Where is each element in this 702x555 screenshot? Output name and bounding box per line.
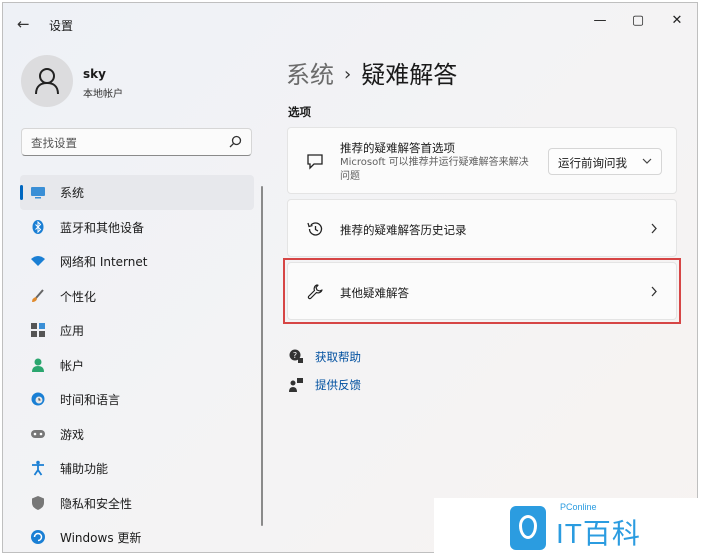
system-icon: [31, 187, 45, 199]
accessibility-icon: [32, 460, 44, 476]
sidebar-item-label: 个性化: [60, 289, 97, 304]
search-icon: [229, 135, 242, 148]
settings-window: ← 设置 — ▢ ✕ sky 本地帐户 查找设置 系统 蓝牙和其他设备 网络和 …: [2, 2, 698, 553]
svg-text:?: ?: [293, 351, 297, 360]
sidebar-scrollbar[interactable]: [261, 186, 263, 526]
sidebar-item-label: 游戏: [60, 427, 85, 442]
help-icon: ?: [289, 349, 303, 363]
gamepad-icon: [31, 429, 45, 438]
chat-bubble-icon: [307, 154, 323, 170]
sidebar-item-accessibility[interactable]: 辅助功能: [20, 451, 254, 486]
sidebar-item-network[interactable]: 网络和 Internet: [20, 244, 254, 279]
feedback-icon: [289, 378, 303, 392]
breadcrumb-parent[interactable]: 系统: [286, 61, 334, 89]
watermark-small-text: PConline: [560, 502, 597, 512]
wifi-icon: [31, 256, 45, 266]
pconline-logo-icon: [510, 506, 546, 550]
app-title: 设置: [49, 19, 74, 33]
sidebar-item-gaming[interactable]: 游戏: [20, 417, 254, 452]
sidebar-item-accounts[interactable]: 帐户: [20, 348, 254, 383]
chevron-right-icon: [651, 223, 657, 234]
search-placeholder: 查找设置: [31, 136, 77, 150]
close-button[interactable]: ✕: [662, 11, 692, 31]
account-icon: [32, 358, 44, 372]
shield-icon: [32, 495, 44, 510]
give-feedback-link[interactable]: 提供反馈: [315, 377, 361, 393]
sidebar-item-label: 辅助功能: [60, 462, 109, 476]
sidebar-item-label: 系统: [60, 186, 85, 200]
get-help-link[interactable]: 获取帮助: [315, 349, 361, 365]
update-icon: [31, 530, 45, 544]
breadcrumb-separator: ›: [344, 64, 352, 85]
sidebar-item-label: 蓝牙和其他设备: [60, 220, 145, 235]
sidebar-item-time-language[interactable]: 时间和语言: [20, 382, 254, 417]
sidebar-item-personalization[interactable]: 个性化: [20, 279, 254, 314]
dropdown-value: 运行前询问我: [558, 156, 627, 170]
recommended-troubleshooter-preferences-card: 推荐的疑难解答首选项 Microsoft 可以推荐并运行疑难解答来解决问题 运行…: [287, 127, 677, 194]
sidebar-item-label: 应用: [60, 324, 85, 338]
card-title: 推荐的疑难解答首选项: [340, 141, 455, 155]
bluetooth-icon: [32, 219, 44, 234]
minimize-button[interactable]: —: [585, 11, 615, 31]
search-input[interactable]: 查找设置: [21, 128, 252, 156]
apps-icon: [31, 323, 45, 337]
sidebar-item-label: Windows 更新: [60, 531, 142, 545]
brush-icon: [32, 288, 44, 302]
sidebar-item-privacy[interactable]: 隐私和安全性: [20, 486, 254, 521]
user-icon: [35, 68, 59, 95]
watermark: PConline IT百科: [434, 498, 702, 555]
card-description: Microsoft 可以推荐并运行疑难解答来解决问题: [340, 157, 529, 182]
breadcrumb: 系统 › 疑难解答: [286, 55, 457, 90]
watermark-big-text: IT百科: [556, 518, 641, 549]
sidebar-item-system[interactable]: 系统: [20, 175, 254, 210]
sidebar-item-label: 网络和 Internet: [60, 255, 148, 269]
section-title: 选项: [288, 105, 311, 119]
back-button[interactable]: ←: [17, 14, 37, 34]
globe-clock-icon: [31, 392, 45, 406]
sidebar-item-apps[interactable]: 应用: [20, 313, 254, 348]
sidebar-item-label: 帐户: [60, 358, 85, 373]
troubleshooter-history-card[interactable]: 推荐的疑难解答历史记录: [287, 199, 677, 257]
maximize-button[interactable]: ▢: [623, 11, 653, 31]
history-icon: [307, 222, 323, 236]
sidebar-item-windows-update[interactable]: Windows 更新: [20, 520, 254, 555]
user-name: sky: [83, 67, 106, 81]
highlight-box: [283, 258, 681, 324]
avatar[interactable]: [21, 55, 73, 107]
sidebar-nav: 系统 蓝牙和其他设备 网络和 Internet 个性化 应用 帐户 时间和语言 …: [20, 175, 254, 555]
sidebar-item-bluetooth[interactable]: 蓝牙和其他设备: [20, 210, 254, 245]
title-bar: ← 设置 — ▢ ✕: [3, 3, 697, 43]
chevron-down-icon: [642, 158, 652, 164]
page-title: 疑难解答: [361, 61, 458, 89]
card-title: 推荐的疑难解答历史记录: [340, 223, 467, 237]
sidebar-item-label: 时间和语言: [60, 393, 121, 407]
preference-dropdown[interactable]: 运行前询问我: [548, 148, 662, 175]
account-type: 本地帐户: [83, 89, 123, 100]
sidebar-item-label: 隐私和安全性: [60, 496, 133, 511]
